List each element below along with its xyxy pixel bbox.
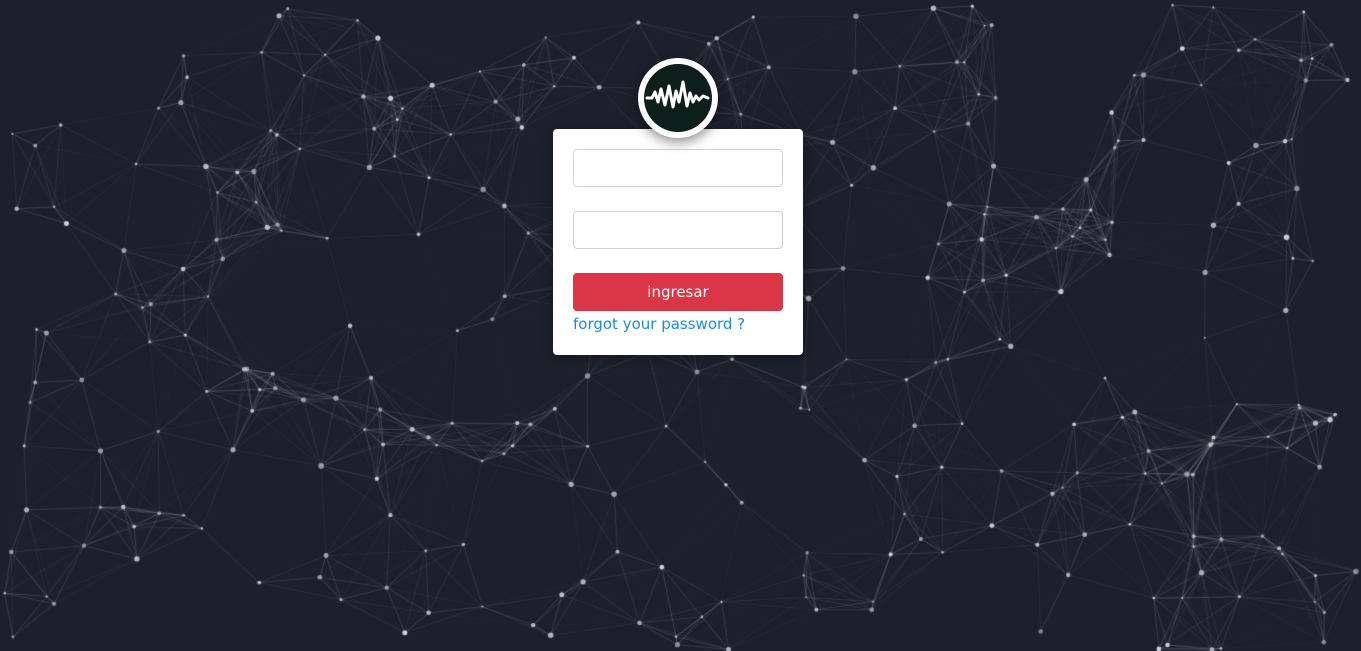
waveform-logo-icon	[640, 60, 716, 136]
login-page: ingresar forgot your password ?	[0, 0, 1361, 651]
password-field[interactable]	[573, 211, 783, 249]
logo	[638, 58, 718, 138]
login-button[interactable]: ingresar	[573, 273, 783, 311]
forgot-password-link[interactable]: forgot your password ?	[573, 315, 745, 333]
login-form: ingresar forgot your password ?	[553, 129, 803, 355]
username-field[interactable]	[573, 149, 783, 187]
